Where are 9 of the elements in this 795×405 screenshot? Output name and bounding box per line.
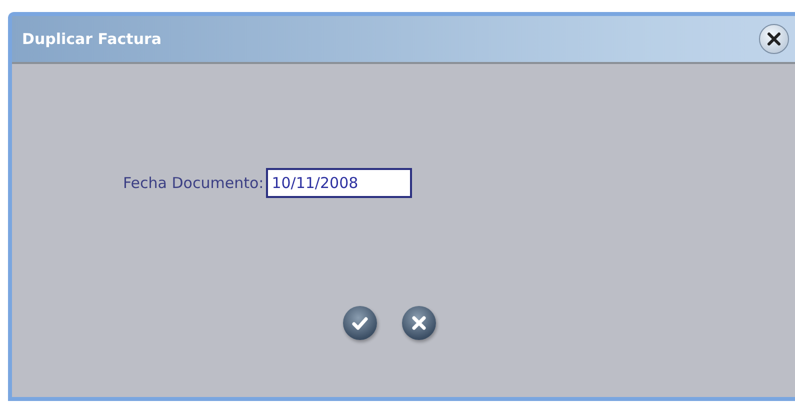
field-label: Fecha Documento: xyxy=(123,174,264,192)
date-field[interactable]: 10/11/2008 xyxy=(266,168,412,198)
cancel-button[interactable] xyxy=(402,306,436,340)
checkmark-icon xyxy=(351,314,369,332)
close-button[interactable] xyxy=(759,24,789,54)
close-icon xyxy=(411,315,427,331)
confirm-button[interactable] xyxy=(343,306,377,340)
window-title: Duplicar Factura xyxy=(22,30,162,48)
close-icon xyxy=(766,31,782,47)
